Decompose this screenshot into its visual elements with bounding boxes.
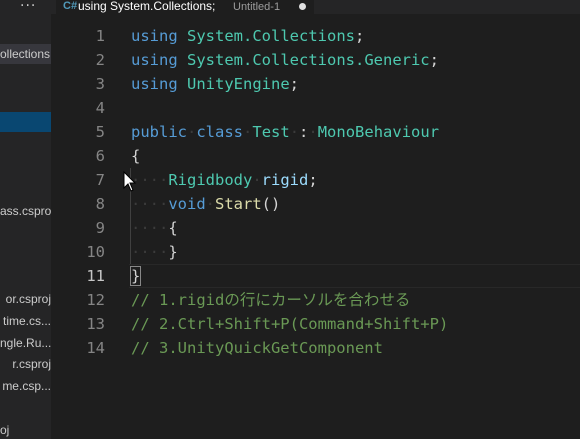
sidebar-item-file[interactable]: r.csproj — [0, 354, 51, 374]
code-comment: // 1.rigidの行にカーソルを合わせる — [131, 291, 411, 309]
sidebar-item-label: r.csproj — [12, 357, 51, 371]
code-line: 9 ····{ — [51, 216, 580, 240]
sidebar-item-label: ass.csproj — [0, 204, 51, 218]
sidebar-item-file[interactable]: ass.csproj — [0, 201, 51, 221]
code-text: public·class·Test·:·MonoBehaviour — [131, 123, 440, 141]
code-line: 8 ····void·Start() — [51, 192, 580, 216]
code-text: using UnityEngine; — [131, 75, 300, 93]
mouse-pointer-icon — [123, 171, 137, 192]
code-line: 12 // 1.rigidの行にカーソルを合わせる — [51, 288, 580, 312]
code-line: 5 public·class·Test·:·MonoBehaviour — [51, 120, 580, 144]
code-line: 3 using UnityEngine; — [51, 72, 580, 96]
code-text: ····} — [131, 243, 178, 261]
line-number: 10 — [86, 243, 105, 261]
code-line: 13 // 2.Ctrl+Shift+P(Command+Shift+P) — [51, 312, 580, 336]
sidebar-item-label: me.csp... — [2, 379, 51, 393]
line-number: 1 — [95, 27, 105, 45]
code-line: 11 } — [51, 264, 580, 288]
sidebar-item-label: ollections;... — [0, 47, 51, 61]
sidebar-item-label: or.csproj — [5, 292, 51, 306]
line-number: 9 — [95, 219, 105, 237]
line-number: 6 — [95, 147, 105, 165]
explorer-sidebar: ··· ollections;... ass.csproj or.csproj … — [0, 0, 51, 439]
tab-description: Untitled-1 — [233, 1, 281, 13]
code-line: 10 ····} — [51, 240, 580, 264]
code-text: using System.Collections.Generic; — [131, 51, 439, 69]
code-line: 1 using System.Collections; — [51, 24, 580, 48]
code-text: { — [131, 147, 141, 165]
tab-untitled-1[interactable]: C# using System.Collections; Untitled-1 — [56, 0, 314, 14]
more-actions-icon[interactable]: ··· — [20, 0, 36, 14]
sidebar-item-selected[interactable] — [0, 112, 51, 132]
line-number: 3 — [95, 75, 105, 93]
tab-bar: C# using System.Collections; Untitled-1 — [51, 0, 580, 14]
sidebar-item-file[interactable]: or.csproj — [0, 289, 51, 309]
code-line: 4 — [51, 96, 580, 120]
line-number: 8 — [95, 195, 105, 213]
sidebar-item-file[interactable]: oj — [0, 420, 51, 439]
tab-title: using System.Collections; — [78, 0, 216, 13]
line-number: 12 — [86, 291, 105, 309]
code-text: ····{ — [131, 219, 178, 237]
code-text: using System.Collections; — [131, 27, 365, 45]
code-text: } — [129, 264, 142, 288]
sidebar-item-file[interactable]: time.cs... — [0, 311, 51, 331]
line-number: 11 — [86, 267, 105, 285]
unsaved-dot-icon[interactable] — [299, 3, 306, 10]
line-number: 13 — [86, 315, 105, 333]
code-line: 2 using System.Collections.Generic; — [51, 48, 580, 72]
code-text: ····Rigidbody·rigid; — [131, 171, 318, 189]
sidebar-item-open-editor[interactable]: ollections;... — [0, 44, 51, 64]
line-number: 4 — [95, 99, 105, 117]
line-number: 2 — [95, 51, 105, 69]
line-number: 7 — [95, 171, 105, 189]
line-number: 5 — [95, 123, 105, 141]
code-comment: // 3.UnityQuickGetComponent — [131, 339, 383, 357]
sidebar-item-file[interactable]: me.csp... — [0, 376, 51, 396]
code-editor[interactable]: 1 using System.Collections; 2 using Syst… — [51, 14, 580, 439]
code-comment: // 2.Ctrl+Shift+P(Command+Shift+P) — [131, 315, 449, 333]
csharp-file-icon: C# — [63, 0, 78, 12]
sidebar-item-label: ngle.Ru... — [0, 336, 51, 350]
code-line: 6 { — [51, 144, 580, 168]
sidebar-item-label: time.cs... — [2, 314, 51, 328]
bracket-match: } — [129, 266, 142, 286]
sidebar-item-label: oj — [0, 423, 10, 437]
code-line: 14 // 3.UnityQuickGetComponent — [51, 336, 580, 360]
code-text: ····void·Start() — [131, 195, 281, 213]
line-number: 14 — [86, 339, 105, 357]
sidebar-item-file[interactable]: ngle.Ru... — [0, 333, 51, 353]
